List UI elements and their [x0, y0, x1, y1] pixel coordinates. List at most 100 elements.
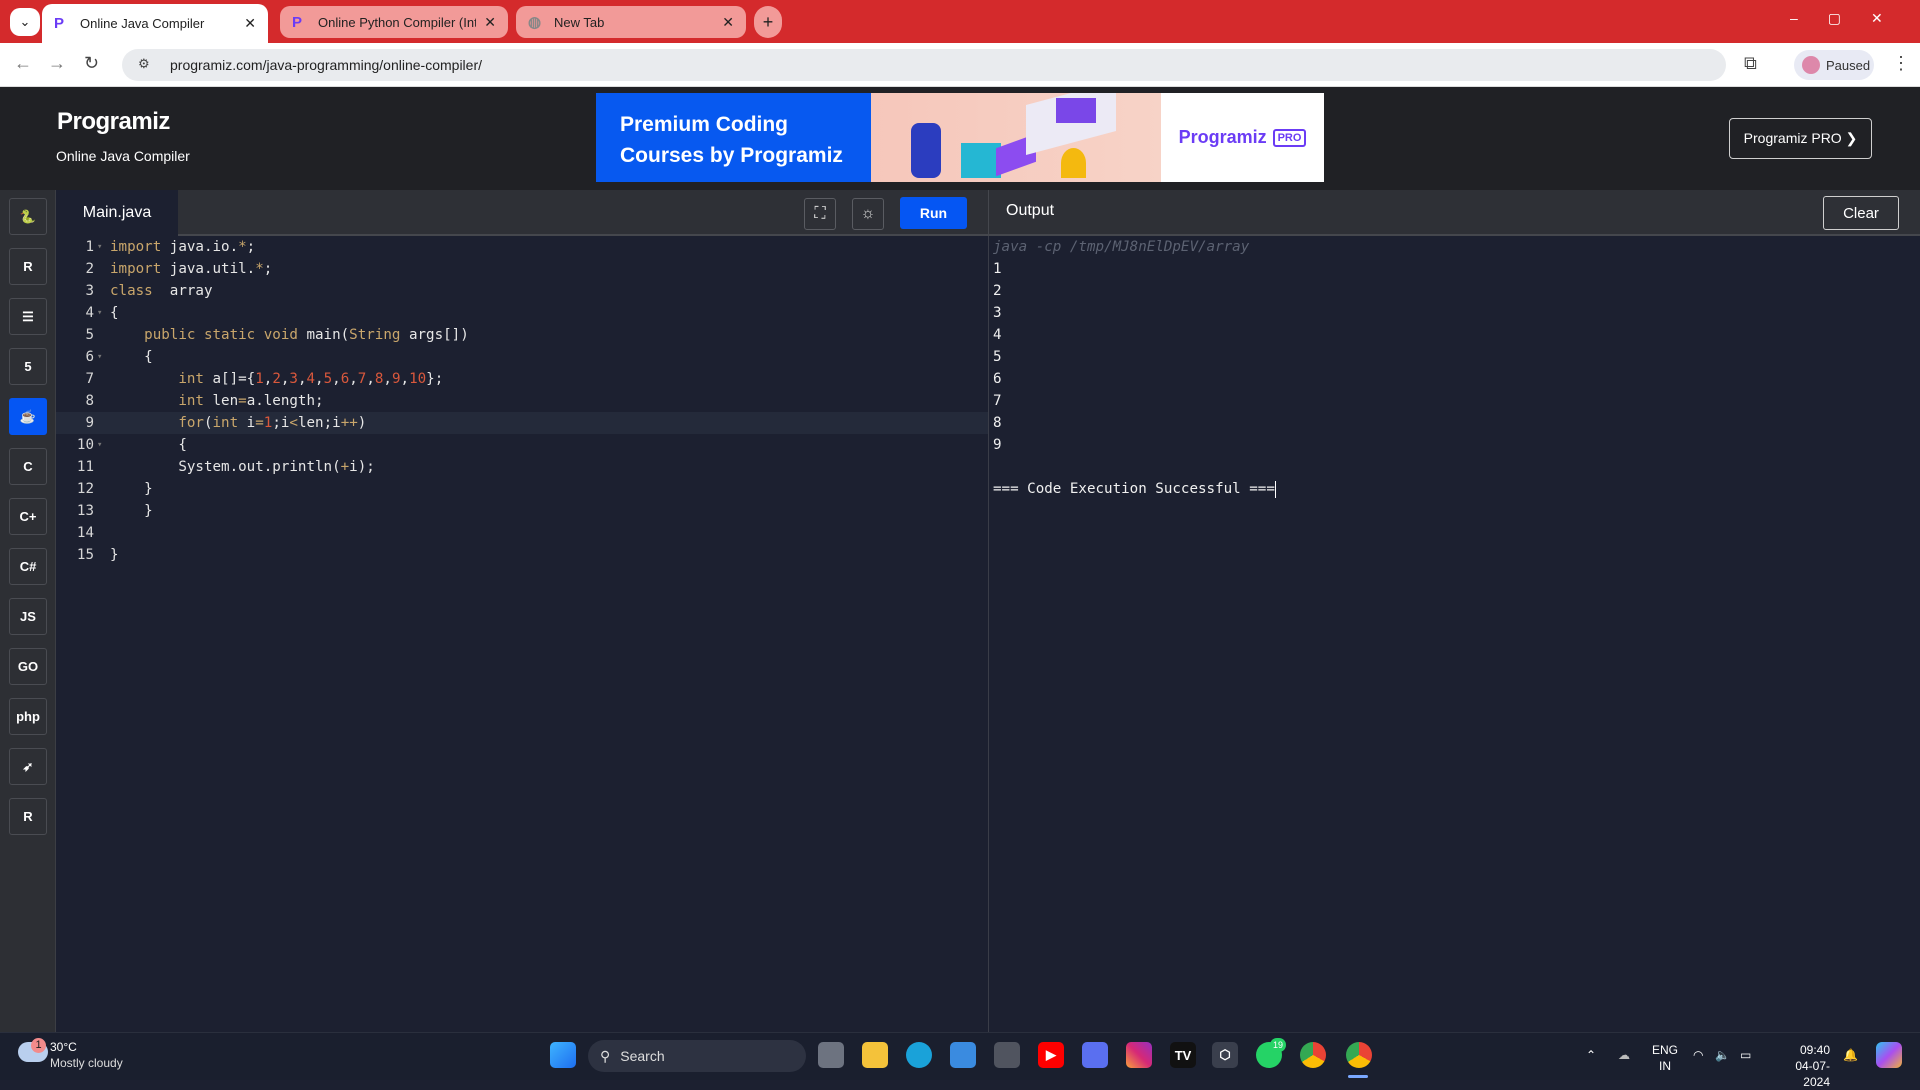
microsoft-store-icon[interactable]: [950, 1042, 976, 1068]
file-explorer-icon[interactable]: [862, 1042, 888, 1068]
sidebar-item-java[interactable]: ☕: [9, 398, 47, 435]
sidebar-item-r[interactable]: R: [9, 248, 47, 285]
fold-arrow-icon[interactable]: ▾: [97, 434, 102, 456]
app-hexagon-icon[interactable]: [994, 1042, 1020, 1068]
fullscreen-button[interactable]: ⛶: [804, 198, 836, 230]
fullscreen-icon: ⛶: [814, 205, 826, 222]
edge-icon[interactable]: [906, 1042, 932, 1068]
tab-python-compiler[interactable]: P Online Python Compiler (Interpreter) ✕: [280, 6, 508, 38]
output-toolbar: [988, 190, 1920, 236]
code-token: (: [203, 415, 213, 431]
tradingview-icon[interactable]: TV: [1170, 1042, 1196, 1068]
sidebar-item-swift[interactable]: ➶: [9, 748, 47, 785]
chrome-profile-icon[interactable]: [1346, 1042, 1372, 1068]
swift-icon: ➶: [22, 758, 34, 774]
sidebar-item-sql[interactable]: ☰: [9, 298, 47, 335]
task-view-icon[interactable]: [818, 1042, 844, 1068]
code-line[interactable]: 12 }: [56, 478, 988, 500]
chrome-icon[interactable]: [1300, 1042, 1326, 1068]
taskbar-search[interactable]: ⚲ Search: [588, 1040, 806, 1072]
sidebar-item-javascript[interactable]: JS: [9, 598, 47, 635]
code-line[interactable]: 9 for(int i=1;i<len;i++): [56, 412, 988, 434]
sidebar-item-rust[interactable]: R: [9, 798, 47, 835]
tab-search-button[interactable]: ⌄: [10, 8, 40, 36]
sidebar-item-c[interactable]: C: [9, 448, 47, 485]
output-line: 2: [993, 283, 1002, 299]
menu-kebab-icon[interactable]: ⋮: [1892, 53, 1910, 74]
extensions-icon[interactable]: ⧉: [1744, 53, 1757, 74]
tab-java-compiler[interactable]: P Online Java Compiler ✕: [42, 4, 268, 43]
close-icon[interactable]: ✕: [722, 14, 734, 31]
sidebar-item-python[interactable]: 🐍: [9, 198, 47, 235]
fold-arrow-icon[interactable]: ▾: [97, 302, 102, 324]
text-cursor: [1274, 480, 1276, 498]
forward-icon[interactable]: →: [48, 53, 66, 74]
close-icon[interactable]: ✕: [244, 15, 256, 32]
wifi-icon[interactable]: ◠: [1693, 1047, 1703, 1063]
onedrive-error-icon[interactable]: ☁: [1618, 1047, 1630, 1063]
site-settings-icon[interactable]: ⚙: [138, 56, 150, 72]
code-line[interactable]: 5 public static void main(String args[]): [56, 324, 988, 346]
code-line[interactable]: 10 ▾ {: [56, 434, 988, 456]
page-title: Online Java Compiler: [56, 148, 190, 164]
ad-banner[interactable]: Premium Coding Courses by Programiz Progr…: [596, 93, 1324, 182]
reload-icon[interactable]: ↻: [84, 53, 99, 74]
url-input[interactable]: ⚙ programiz.com/java-programming/online-…: [122, 49, 1726, 81]
windows-start-icon[interactable]: [550, 1042, 576, 1068]
code-line[interactable]: 3 class array: [56, 280, 988, 302]
clock[interactable]: 09:40 04-07-2024: [1772, 1042, 1830, 1090]
code-line[interactable]: 4 ▾ {: [56, 302, 988, 324]
fold-arrow-icon[interactable]: ▾: [97, 236, 102, 258]
fold-arrow-icon[interactable]: ▾: [97, 346, 102, 368]
code-token: <: [289, 415, 298, 431]
sidebar-item-csharp[interactable]: C#: [9, 548, 47, 585]
back-icon[interactable]: ←: [14, 53, 32, 74]
copilot-icon[interactable]: [1876, 1042, 1902, 1068]
clear-button[interactable]: Clear: [1823, 196, 1899, 230]
code-text: }: [110, 500, 153, 522]
sidebar-item-php[interactable]: php: [9, 698, 47, 735]
csharp-icon: C#: [19, 559, 37, 574]
close-icon[interactable]: ✕: [484, 14, 496, 31]
theme-toggle-button[interactable]: ☼: [852, 198, 884, 230]
youtube-icon[interactable]: ▶: [1038, 1042, 1064, 1068]
box-app-icon[interactable]: ⬡: [1212, 1042, 1238, 1068]
window-controls[interactable]: –▢✕: [1790, 10, 1913, 27]
programiz-pro-button[interactable]: Programiz PRO ❯: [1729, 118, 1872, 159]
tray-chevron-icon[interactable]: ⌃: [1586, 1047, 1596, 1063]
code-line[interactable]: 2 import java.util.*;: [56, 258, 988, 280]
language-indicator[interactable]: ENG IN: [1652, 1042, 1678, 1074]
weather-temp: 30°C: [50, 1040, 77, 1054]
copilot-app-icon[interactable]: [1082, 1042, 1108, 1068]
code-line[interactable]: 11 System.out.println(+i);: [56, 456, 988, 478]
notification-bell-icon[interactable]: 🔔: [1843, 1047, 1858, 1063]
run-button[interactable]: Run: [900, 197, 967, 229]
line-number: 14: [76, 525, 94, 541]
code-line[interactable]: 13 }: [56, 500, 988, 522]
volume-icon[interactable]: 🔈: [1715, 1047, 1730, 1063]
file-tab-main-java[interactable]: Main.java: [56, 190, 178, 236]
code-line[interactable]: 1 ▾ import java.io.*;: [56, 236, 988, 258]
sidebar-item-cpp[interactable]: C+: [9, 498, 47, 535]
code-line[interactable]: 14: [56, 522, 988, 544]
tab-title: Online Python Compiler (Interpreter): [318, 14, 477, 30]
code-token: }: [110, 503, 153, 519]
ad-illustration: [871, 93, 1161, 182]
sidebar-item-html[interactable]: 5: [9, 348, 47, 385]
code-line[interactable]: 7 int a[]={1,2,3,4,5,6,7,8,9,10};: [56, 368, 988, 390]
tab-new-tab[interactable]: ◍ New Tab ✕: [516, 6, 746, 38]
new-tab-button[interactable]: +: [754, 6, 782, 38]
battery-icon[interactable]: ▭: [1740, 1047, 1751, 1063]
code-line[interactable]: 15}: [56, 544, 988, 566]
instagram-icon[interactable]: [1126, 1042, 1152, 1068]
code-editor[interactable]: 1 ▾ import java.io.*; 2 import java.util.*; 3…: [56, 236, 988, 1032]
code-text: {: [110, 346, 153, 368]
code-text: import java.util.*;: [110, 258, 272, 280]
output-label: Output: [1006, 202, 1055, 219]
programiz-logo[interactable]: Programiz: [57, 108, 170, 136]
code-line[interactable]: 6 ▾ {: [56, 346, 988, 368]
code-line[interactable]: 8 int len=a.length;: [56, 390, 988, 412]
line-number: 1: [85, 239, 94, 255]
profile-button[interactable]: Paused: [1794, 50, 1874, 80]
sidebar-item-go[interactable]: GO: [9, 648, 47, 685]
